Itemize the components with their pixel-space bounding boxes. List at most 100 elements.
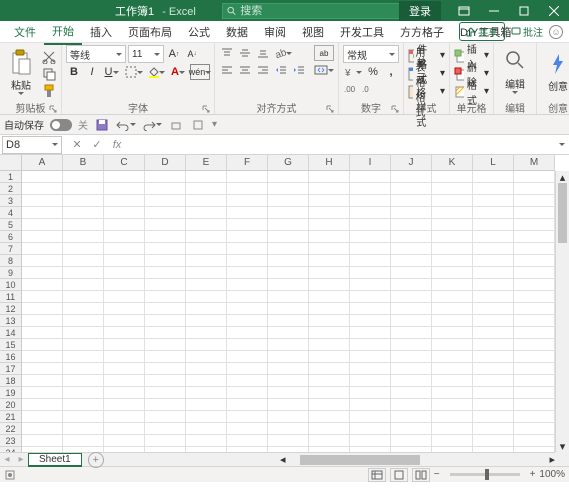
cell[interactable] <box>227 339 268 351</box>
cell[interactable] <box>145 183 186 195</box>
cell[interactable] <box>268 183 309 195</box>
tab-square[interactable]: 方方格子 <box>392 20 452 44</box>
cell[interactable] <box>309 243 350 255</box>
cell[interactable] <box>309 231 350 243</box>
cell[interactable] <box>63 375 104 387</box>
search-input[interactable] <box>240 5 397 17</box>
column-header[interactable]: G <box>268 155 309 171</box>
number-format-dropdown[interactable]: 常规 <box>343 45 399 63</box>
select-all-corner[interactable] <box>0 155 22 171</box>
dialog-launcher-icon[interactable] <box>326 105 334 113</box>
cell[interactable] <box>227 219 268 231</box>
cell[interactable] <box>391 327 432 339</box>
cell[interactable] <box>309 267 350 279</box>
cell[interactable] <box>309 363 350 375</box>
record-macro-button[interactable] <box>4 469 16 481</box>
column-header[interactable]: M <box>514 155 555 171</box>
cell[interactable] <box>63 315 104 327</box>
scroll-thumb[interactable] <box>300 455 420 465</box>
tab-home[interactable]: 开始 <box>44 19 82 45</box>
cell[interactable] <box>22 291 63 303</box>
cell[interactable] <box>186 435 227 447</box>
align-middle-button[interactable] <box>237 45 253 61</box>
cell[interactable] <box>514 375 555 387</box>
cell[interactable] <box>186 207 227 219</box>
tab-view[interactable]: 视图 <box>294 20 332 44</box>
cell[interactable] <box>22 399 63 411</box>
cell[interactable] <box>514 279 555 291</box>
cell[interactable] <box>514 171 555 183</box>
row-header[interactable]: 10 <box>0 279 22 291</box>
cell[interactable] <box>350 231 391 243</box>
cell[interactable] <box>186 267 227 279</box>
phonetic-button[interactable]: wén <box>190 64 210 80</box>
cell[interactable] <box>22 219 63 231</box>
cell[interactable] <box>350 315 391 327</box>
cell-area[interactable] <box>22 171 555 452</box>
cell[interactable] <box>309 399 350 411</box>
cell[interactable] <box>227 327 268 339</box>
cell[interactable] <box>473 411 514 423</box>
cell[interactable] <box>391 423 432 435</box>
row-header[interactable]: 12 <box>0 303 22 315</box>
scroll-down-arrow[interactable]: ▾ <box>556 440 569 452</box>
cell-styles-button[interactable]: 单元格样式▾ <box>408 83 445 100</box>
cell[interactable] <box>432 183 473 195</box>
increase-decimal-button[interactable]: .00 <box>343 81 359 97</box>
cell[interactable] <box>514 255 555 267</box>
cell[interactable] <box>350 375 391 387</box>
cell[interactable] <box>63 195 104 207</box>
cell[interactable] <box>432 255 473 267</box>
cell[interactable] <box>473 267 514 279</box>
orientation-button[interactable]: ab <box>273 45 293 61</box>
cell[interactable] <box>473 171 514 183</box>
cell[interactable] <box>186 351 227 363</box>
cell[interactable] <box>350 339 391 351</box>
scroll-left-arrow[interactable]: ◂ <box>280 453 286 466</box>
row-header[interactable]: 7 <box>0 243 22 255</box>
cell[interactable] <box>391 435 432 447</box>
column-header[interactable]: A <box>22 155 63 171</box>
row-header[interactable]: 1 <box>0 171 22 183</box>
cell[interactable] <box>145 375 186 387</box>
login-button[interactable]: 登录 <box>399 1 441 21</box>
cell[interactable] <box>227 207 268 219</box>
cell[interactable] <box>309 279 350 291</box>
cell[interactable] <box>104 195 145 207</box>
paste-button[interactable]: 粘贴 <box>4 45 38 99</box>
column-header[interactable]: J <box>391 155 432 171</box>
cell[interactable] <box>473 219 514 231</box>
horizontal-scrollbar[interactable]: ◂ ▸ <box>280 452 555 466</box>
cell[interactable] <box>63 423 104 435</box>
cell[interactable] <box>309 351 350 363</box>
cell[interactable] <box>391 291 432 303</box>
cell[interactable] <box>22 171 63 183</box>
cell[interactable] <box>350 387 391 399</box>
cell[interactable] <box>309 303 350 315</box>
cell[interactable] <box>145 171 186 183</box>
bold-button[interactable]: B <box>66 64 82 80</box>
merge-button[interactable] <box>314 62 334 78</box>
cell[interactable] <box>227 267 268 279</box>
cell[interactable] <box>391 255 432 267</box>
cell[interactable] <box>391 315 432 327</box>
cell[interactable] <box>309 411 350 423</box>
cell[interactable] <box>104 267 145 279</box>
cell[interactable] <box>309 423 350 435</box>
increase-indent-button[interactable] <box>291 62 307 78</box>
cell[interactable] <box>22 327 63 339</box>
cell[interactable] <box>309 387 350 399</box>
row-header[interactable]: 17 <box>0 363 22 375</box>
cell[interactable] <box>227 231 268 243</box>
cell[interactable] <box>391 303 432 315</box>
cell[interactable] <box>432 411 473 423</box>
tab-review[interactable]: 审阅 <box>256 20 294 44</box>
cell[interactable] <box>104 243 145 255</box>
cell[interactable] <box>145 387 186 399</box>
cell[interactable] <box>63 339 104 351</box>
cell[interactable] <box>145 255 186 267</box>
cell[interactable] <box>227 183 268 195</box>
cell[interactable] <box>514 363 555 375</box>
tab-formula[interactable]: 公式 <box>180 20 218 44</box>
cell[interactable] <box>350 219 391 231</box>
